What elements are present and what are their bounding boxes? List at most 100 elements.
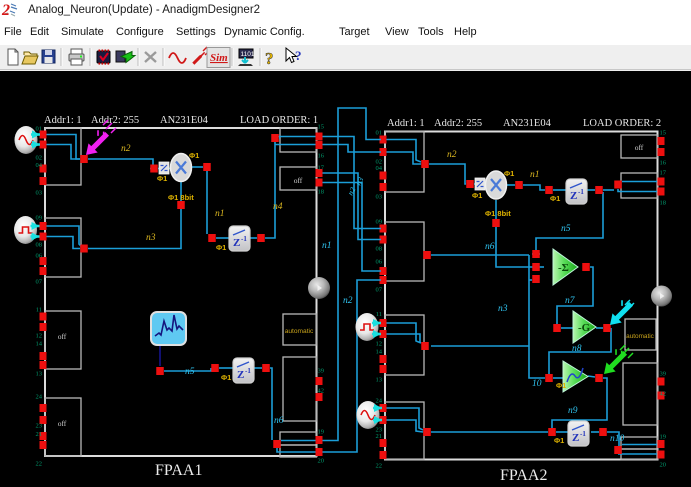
svg-text:AN231E04: AN231E04: [503, 118, 552, 129]
svg-text:21: 21: [376, 433, 383, 440]
svg-text:06: 06: [376, 259, 383, 266]
svg-text:17: 17: [318, 165, 325, 172]
svg-text:15: 15: [660, 130, 667, 137]
svg-text:09: 09: [36, 215, 43, 222]
svg-text:Φ1 8bit: Φ1 8bit: [485, 209, 511, 218]
svg-text:08: 08: [376, 246, 383, 253]
svg-text:Addr1: 1: Addr1: 1: [387, 118, 425, 129]
svg-text:07: 07: [376, 287, 383, 294]
svg-text:Φ1: Φ1: [556, 381, 566, 390]
svg-text:01: 01: [36, 126, 43, 133]
svg-text:16: 16: [318, 153, 325, 160]
svg-text:n3: n3: [498, 304, 508, 314]
svg-text:19: 19: [318, 429, 325, 436]
svg-text:16: 16: [660, 160, 667, 167]
svg-text:42: 42: [318, 388, 325, 395]
svg-text:03: 03: [376, 194, 383, 201]
svg-text:AN231E04: AN231E04: [160, 115, 209, 126]
svg-text:04: 04: [376, 165, 383, 172]
svg-text:24: 24: [36, 394, 43, 401]
svg-text:n2: n2: [343, 296, 353, 306]
svg-text:24: 24: [376, 398, 383, 405]
svg-text:13: 13: [36, 371, 43, 378]
svg-text:automatic: automatic: [626, 333, 655, 340]
svg-text:15: 15: [318, 124, 325, 131]
svg-text:06: 06: [36, 253, 43, 260]
svg-text:11: 11: [36, 307, 42, 314]
svg-text:n3: n3: [146, 233, 156, 243]
svg-text:LOAD ORDER: 2: LOAD ORDER: 2: [583, 118, 661, 129]
svg-text:14: 14: [376, 349, 383, 356]
svg-text:39: 39: [318, 368, 325, 375]
svg-text:-1: -1: [241, 235, 247, 243]
svg-text:Φ1: Φ1: [189, 151, 199, 160]
svg-text:Φ1: Φ1: [216, 243, 226, 252]
svg-text:FPAA2: FPAA2: [500, 467, 547, 484]
svg-text:Φ1: Φ1: [472, 191, 482, 200]
svg-text:13: 13: [376, 377, 383, 384]
svg-text:17: 17: [660, 170, 667, 177]
svg-text:FPAA1: FPAA1: [155, 462, 202, 479]
svg-text:12: 12: [36, 333, 43, 340]
svg-text:n1: n1: [322, 241, 332, 251]
svg-text:n9: n9: [568, 406, 578, 416]
svg-text:09: 09: [376, 219, 383, 226]
svg-text:n1: n1: [215, 209, 225, 219]
svg-text:Z: Z: [233, 237, 240, 249]
svg-text:23: 23: [36, 423, 43, 430]
svg-text:Addr2: 255: Addr2: 255: [434, 118, 482, 129]
svg-text:n6: n6: [274, 416, 284, 426]
svg-text:04: 04: [36, 162, 43, 169]
svg-text:19: 19: [660, 434, 667, 441]
svg-text:LOAD ORDER: 1: LOAD ORDER: 1: [240, 115, 318, 126]
svg-text:n6: n6: [485, 242, 495, 252]
svg-text:07: 07: [36, 279, 43, 286]
svg-text:Φ1 8bit: Φ1 8bit: [168, 193, 194, 202]
svg-text:42: 42: [660, 391, 667, 398]
svg-text:Φ1: Φ1: [157, 174, 167, 183]
svg-text:-1: -1: [578, 188, 584, 196]
svg-text:10: 10: [532, 379, 542, 389]
svg-text:n5: n5: [185, 367, 195, 377]
svg-text:02: 02: [36, 155, 43, 162]
svg-text:03: 03: [36, 190, 43, 197]
svg-text:Φ1: Φ1: [554, 436, 564, 445]
svg-text:n5: n5: [561, 224, 571, 234]
svg-text:12: 12: [376, 341, 383, 348]
svg-text:n2: n2: [447, 150, 457, 160]
svg-text:21: 21: [36, 431, 43, 438]
svg-text:Φ1: Φ1: [221, 373, 231, 382]
svg-text:automatic: automatic: [285, 328, 314, 335]
svg-text:22: 22: [36, 461, 43, 468]
svg-text:Z: Z: [237, 369, 244, 381]
svg-text:08: 08: [36, 242, 43, 249]
svg-text:-1: -1: [245, 367, 251, 375]
svg-text:Φ1: Φ1: [504, 169, 514, 178]
svg-text:-G: -G: [578, 322, 591, 334]
svg-text:-Σ: -Σ: [558, 262, 569, 274]
svg-text:01: 01: [376, 130, 383, 137]
svg-text:n8: n8: [572, 344, 582, 354]
svg-text:Addr1: 1: Addr1: 1: [44, 115, 82, 126]
svg-text:n10: n10: [610, 434, 625, 444]
svg-text:n2: n2: [121, 144, 131, 154]
svg-text:22: 22: [376, 463, 383, 470]
svg-text:Addr2: 255: Addr2: 255: [91, 115, 139, 126]
svg-text:18: 18: [318, 189, 325, 196]
svg-text:Z: Z: [570, 190, 577, 202]
svg-text:Φ1: Φ1: [550, 194, 560, 203]
svg-text:off: off: [58, 332, 67, 341]
svg-text:off: off: [58, 419, 67, 428]
svg-text:39: 39: [660, 371, 667, 378]
svg-text:18: 18: [660, 200, 667, 207]
svg-text:20: 20: [318, 458, 325, 465]
svg-text:-1: -1: [580, 430, 586, 438]
svg-text:off: off: [294, 176, 303, 185]
svg-text:n1: n1: [530, 170, 540, 180]
svg-text:14: 14: [36, 341, 43, 348]
svg-text:n7: n7: [565, 296, 576, 306]
svg-text:20: 20: [660, 462, 667, 469]
svg-text:off: off: [635, 143, 644, 152]
svg-text:Z: Z: [572, 432, 579, 444]
svg-text:n4: n4: [273, 202, 283, 212]
